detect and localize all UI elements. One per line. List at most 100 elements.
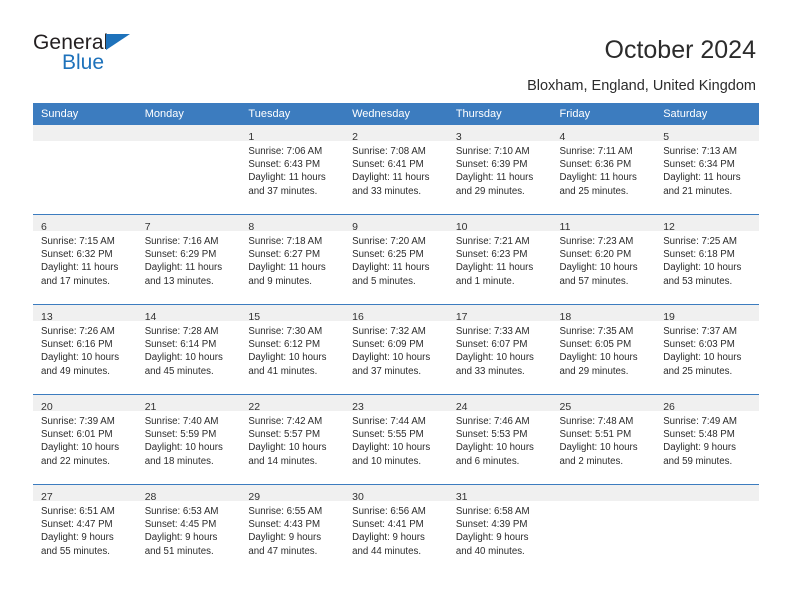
- day-number-strip: 3: [447, 125, 552, 143]
- day-cell-inner: 8 Sunrise: 7:18 AM Sunset: 6:27 PM Daylight…: [240, 215, 345, 304]
- daylight-text: Daylight: 10 hours and 6 minutes.: [455, 442, 534, 467]
- calendar-day-cell[interactable]: 15 Sunrise: 7:30 AM Sunset: 6:12 PM Dayligh…: [240, 304, 345, 395]
- sunset-text: Sunset: 6:20 PM: [559, 249, 632, 261]
- calendar-day-cell[interactable]: 1 Sunrise: 7:06 AM Sunset: 6:43 PM Daylight…: [240, 125, 345, 215]
- day-number: 18: [559, 311, 572, 323]
- day-number-strip: 13: [33, 305, 137, 323]
- day-cell-inner: 23 Sunrise: 7:44 AM Sunset: 5:55 PM Dayligh…: [344, 395, 448, 484]
- daylight-text: Daylight: 9 hours and 44 minutes.: [352, 532, 425, 557]
- sunset-text: Sunset: 4:43 PM: [248, 519, 321, 531]
- calendar-day-cell[interactable]: 8 Sunrise: 7:18 AM Sunset: 6:27 PM Daylight…: [240, 214, 345, 305]
- sunset-text: Sunset: 6:03 PM: [663, 339, 735, 351]
- day-cell-inner: 27 Sunrise: 6:51 AM Sunset: 4:47 PM Dayligh…: [33, 485, 137, 574]
- sunrise-text: Sunrise: 6:58 AM: [455, 506, 530, 517]
- page-header: General Blue October 2024 Bloxham, Engla…: [0, 0, 792, 100]
- weekday-header-wednesday: Wednesday: [344, 103, 448, 125]
- calendar-day-cell[interactable]: 6 Sunrise: 7:15 AM Sunset: 6:32 PM Daylight…: [33, 214, 137, 305]
- daylight-text: Daylight: 11 hours and 25 minutes.: [559, 172, 637, 197]
- day-number-strip: 11: [551, 215, 656, 233]
- daylight-text: Daylight: 9 hours and 51 minutes.: [144, 532, 218, 557]
- calendar-day-cell[interactable]: 27 Sunrise: 6:51 AM Sunset: 4:47 PM Dayligh…: [33, 484, 137, 574]
- day-info: Sunrise: 6:53 AM Sunset: 4:45 PM Daylight:…: [137, 501, 241, 558]
- day-number: 3: [455, 131, 462, 143]
- calendar-day-cell[interactable]: 22 Sunrise: 7:42 AM Sunset: 5:57 PM Dayligh…: [240, 394, 345, 485]
- calendar-day-cell[interactable]: 9 Sunrise: 7:20 AM Sunset: 6:25 PM Daylight…: [344, 214, 448, 305]
- page-title: October 2024: [604, 36, 757, 64]
- day-number: 20: [41, 401, 53, 413]
- sunset-text: Sunset: 6:36 PM: [559, 159, 632, 171]
- day-number-strip: 21: [136, 395, 241, 413]
- calendar-day-cell[interactable]: 25 Sunrise: 7:48 AM Sunset: 5:51 PM Dayligh…: [551, 394, 656, 485]
- sunset-text: Sunset: 4:39 PM: [455, 519, 528, 531]
- calendar-day-cell[interactable]: 13 Sunrise: 7:26 AM Sunset: 6:16 PM Dayligh…: [33, 304, 137, 395]
- sunset-text: Sunset: 6:32 PM: [41, 249, 113, 261]
- calendar-week-row: 13 Sunrise: 7:26 AM Sunset: 6:16 PM Dayligh…: [33, 304, 759, 395]
- day-info: Sunrise: 7:37 AM Sunset: 6:03 PM Daylight:…: [655, 321, 759, 378]
- day-info: Sunrise: 7:25 AM Sunset: 6:18 PM Daylight:…: [655, 231, 759, 288]
- day-info: Sunrise: 7:21 AM Sunset: 6:23 PM Daylight:…: [448, 231, 552, 288]
- calendar-day-cell-empty: [33, 125, 137, 215]
- calendar-day-cell[interactable]: 23 Sunrise: 7:44 AM Sunset: 5:55 PM Dayligh…: [344, 394, 448, 485]
- day-number-strip: 17: [447, 305, 552, 323]
- day-cell-inner: 10 Sunrise: 7:21 AM Sunset: 6:23 PM Dayligh…: [447, 215, 552, 304]
- calendar-day-cell[interactable]: 10 Sunrise: 7:21 AM Sunset: 6:23 PM Dayligh…: [447, 214, 552, 305]
- calendar-day-cell[interactable]: 7 Sunrise: 7:16 AM Sunset: 6:29 PM Daylight…: [136, 214, 241, 305]
- calendar-day-cell[interactable]: 16 Sunrise: 7:32 AM Sunset: 6:09 PM Dayligh…: [344, 304, 448, 395]
- calendar-day-cell[interactable]: 11 Sunrise: 7:23 AM Sunset: 6:20 PM Dayligh…: [551, 214, 656, 305]
- day-info: Sunrise: 7:30 AM Sunset: 6:12 PM Daylight:…: [240, 321, 344, 378]
- calendar-day-cell[interactable]: 2 Sunrise: 7:08 AM Sunset: 6:41 PM Daylight…: [344, 125, 448, 215]
- sunset-text: Sunset: 6:23 PM: [455, 249, 528, 261]
- calendar-day-cell[interactable]: 28 Sunrise: 6:53 AM Sunset: 4:45 PM Dayligh…: [136, 484, 241, 574]
- daylight-text: Daylight: 10 hours and 2 minutes.: [559, 442, 638, 467]
- day-info: Sunrise: 7:44 AM Sunset: 5:55 PM Daylight:…: [344, 411, 448, 468]
- calendar-day-cell[interactable]: 5 Sunrise: 7:13 AM Sunset: 6:34 PM Daylight…: [655, 125, 759, 215]
- daylight-text: Daylight: 10 hours and 37 minutes.: [352, 352, 431, 377]
- daylight-text: Daylight: 11 hours and 37 minutes.: [248, 172, 326, 197]
- weekday-header-thursday: Thursday: [447, 103, 552, 125]
- day-cell-inner: 6 Sunrise: 7:15 AM Sunset: 6:32 PM Daylight…: [33, 215, 137, 304]
- calendar-day-cell[interactable]: 12 Sunrise: 7:25 AM Sunset: 6:18 PM Dayligh…: [655, 214, 759, 305]
- calendar-day-cell[interactable]: 18 Sunrise: 7:35 AM Sunset: 6:05 PM Dayligh…: [551, 304, 656, 395]
- daylight-text: Daylight: 10 hours and 33 minutes.: [455, 352, 534, 377]
- calendar-day-cell[interactable]: 19 Sunrise: 7:37 AM Sunset: 6:03 PM Dayligh…: [655, 304, 759, 395]
- daylight-text: Daylight: 9 hours and 59 minutes.: [663, 442, 736, 467]
- sunrise-text: Sunrise: 7:42 AM: [248, 416, 323, 427]
- sunrise-text: Sunrise: 7:13 AM: [663, 146, 737, 157]
- calendar-day-cell[interactable]: 3 Sunrise: 7:10 AM Sunset: 6:39 PM Daylight…: [447, 125, 552, 215]
- daylight-text: Daylight: 9 hours and 40 minutes.: [455, 532, 529, 557]
- day-cell-inner: 14 Sunrise: 7:28 AM Sunset: 6:14 PM Dayligh…: [136, 305, 241, 394]
- day-number: 17: [455, 311, 468, 323]
- daylight-text: Daylight: 11 hours and 5 minutes.: [352, 262, 430, 287]
- brand-logo[interactable]: General Blue: [33, 31, 233, 81]
- day-number: 14: [144, 311, 157, 323]
- calendar-body: 1 Sunrise: 7:06 AM Sunset: 6:43 PM Daylight…: [33, 125, 759, 574]
- day-cell-inner: 19 Sunrise: 7:37 AM Sunset: 6:03 PM Dayligh…: [655, 305, 759, 394]
- day-number-strip: 24: [447, 395, 552, 413]
- day-number: 27: [41, 491, 53, 503]
- calendar-day-cell[interactable]: 17 Sunrise: 7:33 AM Sunset: 6:07 PM Dayligh…: [447, 304, 552, 395]
- calendar-day-cell[interactable]: 31 Sunrise: 6:58 AM Sunset: 4:39 PM Dayligh…: [447, 484, 552, 574]
- calendar-day-cell[interactable]: 24 Sunrise: 7:46 AM Sunset: 5:53 PM Dayligh…: [447, 394, 552, 485]
- daylight-text: Daylight: 11 hours and 1 minute.: [455, 262, 534, 287]
- day-number: 4: [559, 131, 566, 143]
- daylight-text: Daylight: 9 hours and 55 minutes.: [41, 532, 114, 557]
- calendar-day-cell[interactable]: 20 Sunrise: 7:39 AM Sunset: 6:01 PM Dayligh…: [33, 394, 137, 485]
- day-number-strip: 22: [240, 395, 345, 413]
- calendar-day-cell[interactable]: 30 Sunrise: 6:56 AM Sunset: 4:41 PM Dayligh…: [344, 484, 448, 574]
- calendar-day-cell[interactable]: 21 Sunrise: 7:40 AM Sunset: 5:59 PM Dayligh…: [136, 394, 241, 485]
- sunset-text: Sunset: 5:55 PM: [352, 429, 424, 441]
- calendar-day-cell[interactable]: 14 Sunrise: 7:28 AM Sunset: 6:14 PM Dayligh…: [136, 304, 241, 395]
- day-number: 30: [352, 491, 364, 503]
- sunrise-text: Sunrise: 7:21 AM: [455, 236, 530, 247]
- calendar-day-cell[interactable]: 4 Sunrise: 7:11 AM Sunset: 6:36 PM Daylight…: [551, 125, 656, 215]
- day-number-strip: 26: [655, 395, 759, 413]
- day-number: 9: [352, 221, 358, 233]
- sunrise-text: Sunrise: 7:06 AM: [248, 146, 323, 157]
- day-cell-inner: 4 Sunrise: 7:11 AM Sunset: 6:36 PM Daylight…: [551, 125, 656, 214]
- calendar-day-cell[interactable]: 26 Sunrise: 7:49 AM Sunset: 5:48 PM Dayligh…: [655, 394, 759, 485]
- calendar-day-cell[interactable]: 29 Sunrise: 6:55 AM Sunset: 4:43 PM Dayligh…: [240, 484, 345, 574]
- day-cell-inner: 13 Sunrise: 7:26 AM Sunset: 6:16 PM Dayligh…: [33, 305, 137, 394]
- day-number: 29: [248, 491, 261, 503]
- day-info: Sunrise: 7:28 AM Sunset: 6:14 PM Daylight:…: [137, 321, 241, 378]
- day-cell-inner: 7 Sunrise: 7:16 AM Sunset: 6:29 PM Daylight…: [136, 215, 241, 304]
